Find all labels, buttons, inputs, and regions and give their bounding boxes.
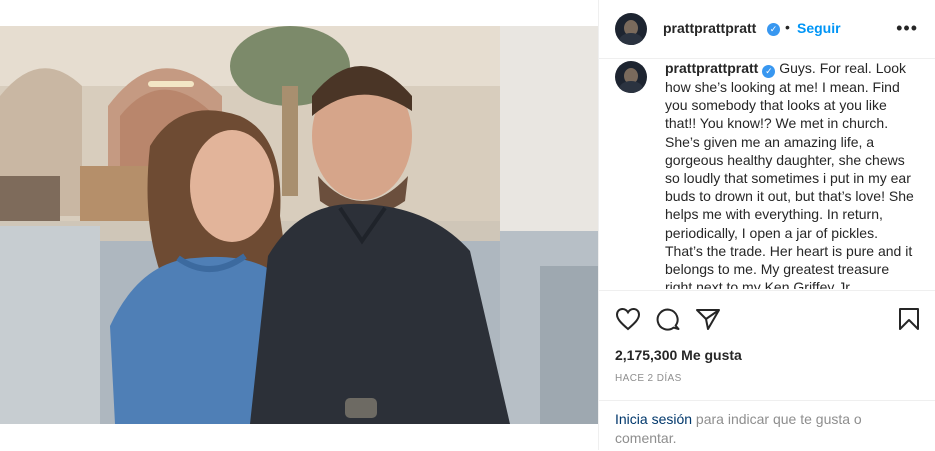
caption-username-link[interactable]: prattprattpratt — [665, 60, 758, 76]
couple-photo-illustration — [0, 26, 598, 424]
post-sidebar: prattprattpratt ✓ • Seguir ••• prattprat… — [598, 0, 935, 450]
likes-count[interactable]: 2,175,300 Me gusta — [615, 347, 742, 363]
post-header: prattprattpratt ✓ • Seguir ••• — [599, 0, 935, 59]
post-photo[interactable] — [0, 26, 598, 424]
avatar-body — [619, 33, 643, 45]
bookmark-icon-svg — [899, 308, 919, 330]
avatar[interactable] — [615, 13, 647, 45]
avatar[interactable] — [615, 61, 647, 93]
paper-plane-icon[interactable] — [695, 307, 721, 336]
username-link[interactable]: prattprattpratt — [663, 20, 756, 36]
heart-icon-svg — [615, 307, 641, 331]
post-timestamp[interactable]: HACE 2 DÍAS — [615, 373, 682, 384]
separator-dot: • — [785, 19, 790, 35]
follow-button[interactable]: Seguir — [797, 20, 841, 36]
more-options-icon[interactable]: ••• — [896, 18, 918, 39]
login-prompt-text: Inicia sesión para indicar que te gusta … — [615, 410, 915, 448]
paper-plane-icon-svg — [696, 309, 720, 330]
caption: prattprattpratt ✓ Guys. For real. Look ho… — [665, 59, 917, 289]
caption-area: prattprattpratt ✓ Guys. For real. Look ho… — [599, 59, 935, 289]
post-media-panel — [0, 0, 598, 450]
verified-badge-icon: ✓ — [762, 65, 776, 78]
avatar-body — [619, 81, 643, 93]
caption-text: Guys. For real. Look how she’s looking a… — [665, 60, 914, 289]
comment-icon[interactable] — [655, 307, 681, 336]
comment-icon-svg — [656, 308, 680, 331]
bookmark-icon[interactable] — [898, 307, 920, 336]
action-bar — [599, 290, 935, 347]
heart-icon[interactable] — [615, 307, 641, 336]
login-link[interactable]: Inicia sesión — [615, 411, 692, 427]
verified-badge-icon: ✓ — [767, 23, 780, 36]
login-prompt: Inicia sesión para indicar que te gusta … — [599, 400, 935, 451]
